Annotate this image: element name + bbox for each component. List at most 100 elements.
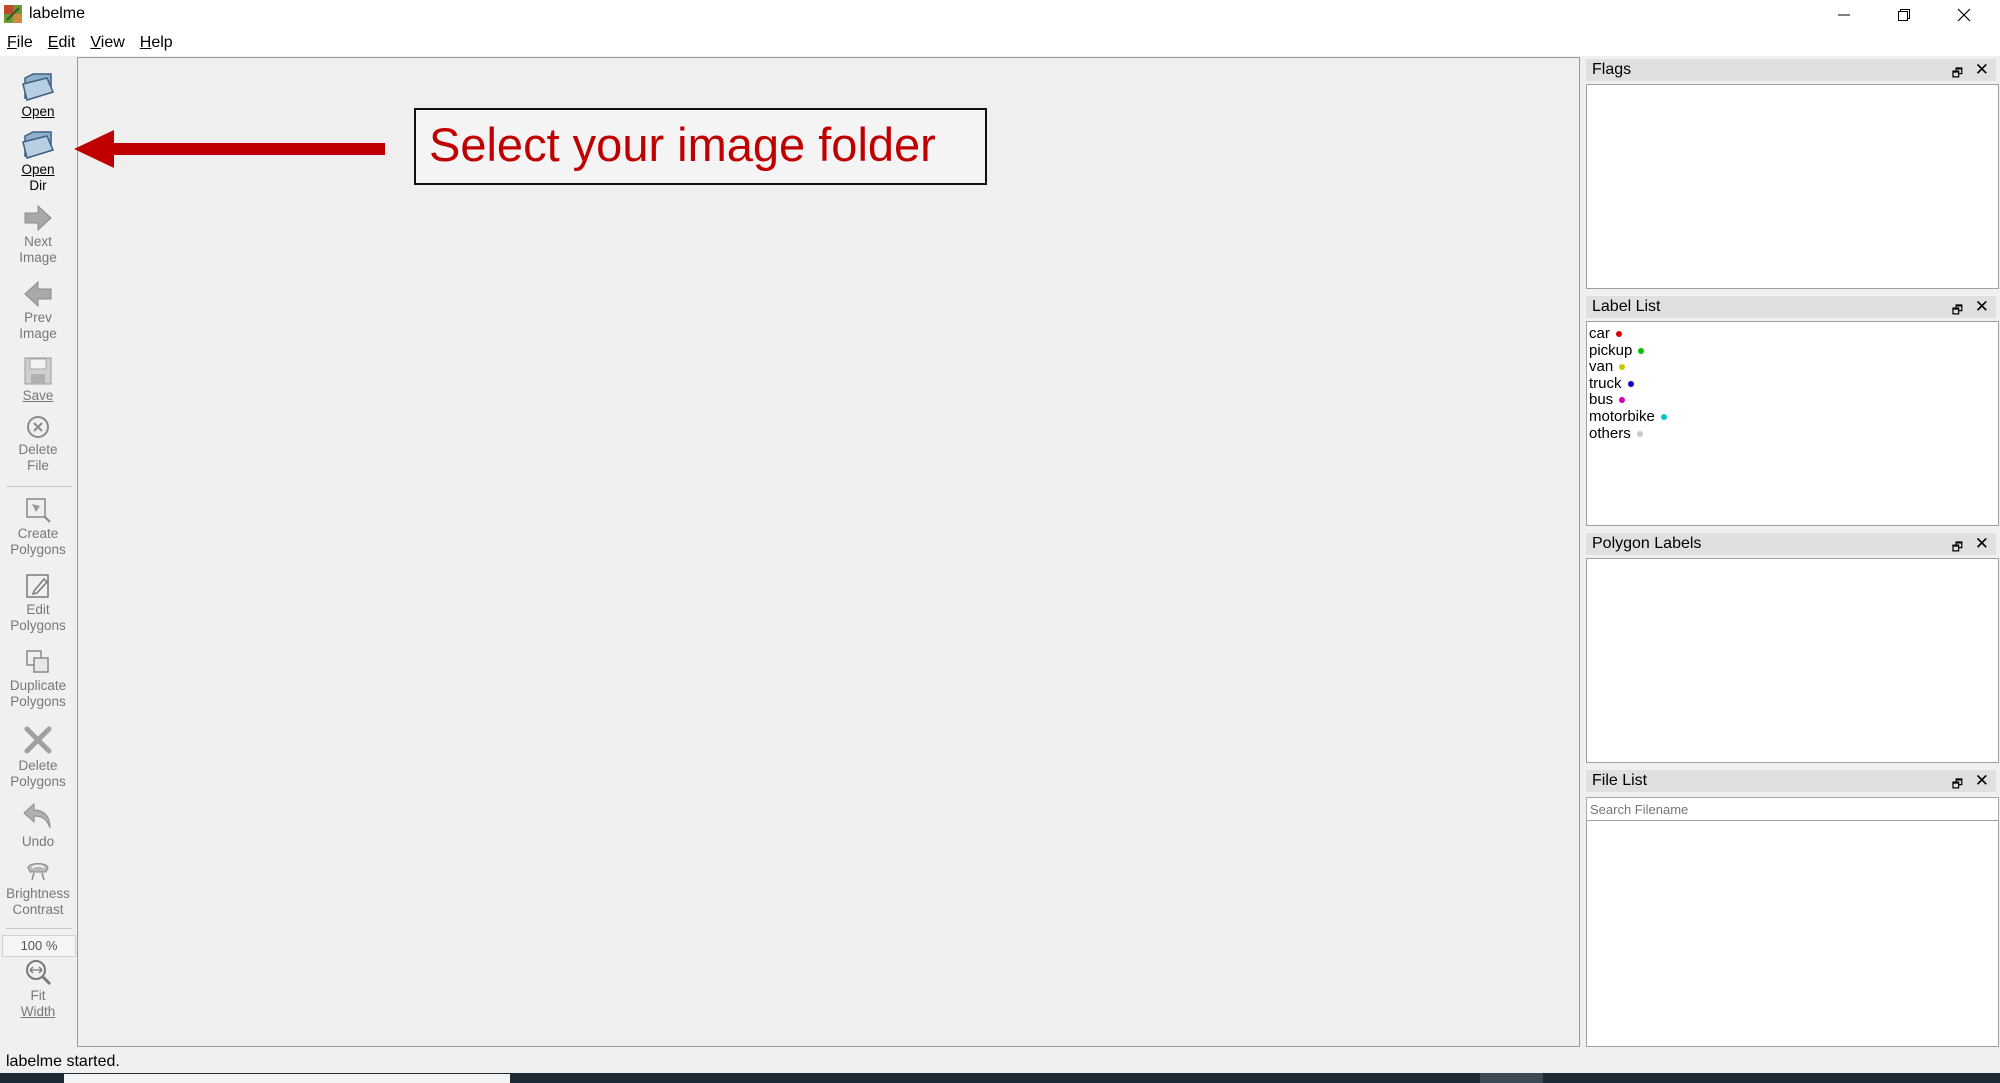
label-list-dock-title: Label List 🗗 ✕ [1586,296,1996,318]
file-list[interactable] [1586,820,1999,1047]
minimize-button[interactable] [1814,0,1874,30]
toolbar-separator [6,928,72,929]
delete-file-label-2: File [27,458,49,473]
label-color-dot [1660,414,1667,420]
folder-open-icon [22,73,55,101]
status-message: labelme started. [6,1053,120,1070]
fit-width-button[interactable]: Fit Width [0,958,76,1020]
open-label: Open [21,104,55,119]
label-name: van [1589,358,1614,376]
float-icon[interactable]: 🗗 [1952,773,1963,795]
label-name: pickup [1589,341,1633,359]
create-polygons-label-2: Polygons [10,542,66,557]
label-list-item[interactable]: motorbike [1587,407,1998,426]
label-list-item[interactable]: pickup [1587,341,1998,360]
fit-width-label-2: Width [20,1004,56,1019]
undo-button[interactable]: Undo [0,800,76,850]
cross-delete-icon [24,726,52,754]
minimize-icon [1838,14,1850,16]
prev-image-button[interactable]: Prev Image [0,280,76,342]
edit-polygons-button[interactable]: Edit Polygons [0,572,76,634]
restore-icon [1898,9,1910,21]
duplicate-polygons-button[interactable]: Duplicate Polygons [0,648,76,710]
menu-bar: File Edit View Help [0,30,2000,56]
float-icon[interactable]: 🗗 [1952,62,1963,84]
menu-file[interactable]: File [0,34,41,52]
close-icon[interactable]: ✕ [1975,770,1989,792]
flags-dock-title: Flags 🗗 ✕ [1586,59,1996,81]
contrast-label: Contrast [12,902,64,917]
maximize-button[interactable] [1874,0,1934,30]
arrow-left-icon [24,280,52,308]
search-filename-input[interactable] [1586,797,1999,821]
save-button[interactable]: Save [0,356,76,404]
duplicate-icon [26,650,49,673]
label-name: bus [1589,391,1614,409]
label-list-item[interactable]: van [1587,358,1998,376]
label-color-dot [1638,347,1645,354]
prev-image-label-1: Prev [24,310,52,325]
float-icon[interactable]: 🗗 [1952,299,1963,321]
close-icon[interactable]: ✕ [1975,59,1989,81]
label-name: truck [1589,374,1622,392]
zoom-spinbox[interactable]: 100 % [2,935,76,957]
prev-image-label-2: Image [19,326,57,341]
label-list-item[interactable]: truck [1587,374,1998,393]
taskbar-search-box[interactable] [64,1074,510,1083]
annotation-arrow [74,130,385,168]
close-window-button[interactable] [1934,0,1994,30]
brightness-contrast-button[interactable]: Brightness Contrast [0,856,76,918]
image-canvas[interactable] [77,57,1580,1047]
file-list-dock-title: File List 🗗 ✕ [1586,770,1996,792]
float-icon[interactable]: 🗗 [1952,536,1963,558]
label-list-item[interactable]: others [1587,424,1998,443]
taskbar-button[interactable] [1480,1073,1543,1083]
edit-polygons-label-2: Polygons [10,618,66,633]
polygon-labels-title: Polygon Labels [1592,535,1702,552]
close-icon[interactable]: ✕ [1975,296,1989,318]
label-name: others [1589,424,1631,442]
open-dir-button[interactable]: Open Dir [0,128,76,194]
labelme-app-icon [4,5,22,23]
menu-edit[interactable]: Edit [41,34,84,52]
zoom-fit-width-icon [26,960,52,986]
delete-file-button[interactable]: Delete File [0,414,76,474]
next-image-label-1: Next [24,234,52,249]
create-polygon-icon [26,498,51,523]
menu-help[interactable]: Help [133,34,181,52]
label-name: car [1589,325,1610,342]
label-list-title: Label List [1592,298,1661,315]
flags-list[interactable] [1586,84,1999,289]
toolbar-separator [6,486,72,487]
menu-view[interactable]: View [83,34,132,52]
delete-polygons-label-1: Delete [18,758,58,773]
delete-polygons-button[interactable]: Delete Polygons [0,724,76,790]
label-color-dot [1636,430,1643,437]
save-label: Save [22,388,54,403]
label-color-dot [1615,331,1622,338]
label-list-item[interactable]: car [1587,325,1998,343]
delete-file-label-1: Delete [18,442,58,457]
next-image-button[interactable]: Next Image [0,204,76,266]
delete-circle-icon [27,416,49,438]
create-polygons-button[interactable]: Create Polygons [0,496,76,558]
open-button[interactable]: Open [0,70,76,120]
label-name: motorbike [1589,407,1655,425]
close-icon[interactable]: ✕ [1975,533,1989,555]
label-color-dot [1627,380,1634,387]
next-image-label-2: Image [19,250,57,265]
window-title: labelme [29,5,86,22]
annotation-callout-text: Select your image folder [429,118,936,171]
open-dir-label-2: Dir [29,178,47,193]
label-color-dot [1619,397,1626,404]
polygon-labels-list[interactable] [1586,558,1999,763]
label-list-item[interactable]: bus [1587,392,1998,409]
close-icon [1957,8,1971,22]
duplicate-polygons-label-1: Duplicate [9,678,67,693]
edit-polygons-label-1: Edit [26,602,50,617]
create-polygons-label-1: Create [17,526,59,541]
label-list[interactable]: car pickup van truck bus motorbike others [1586,321,1999,526]
flags-title: Flags [1592,61,1632,78]
brightness-label: Brightness [6,886,70,901]
arrow-right-icon [24,204,52,232]
